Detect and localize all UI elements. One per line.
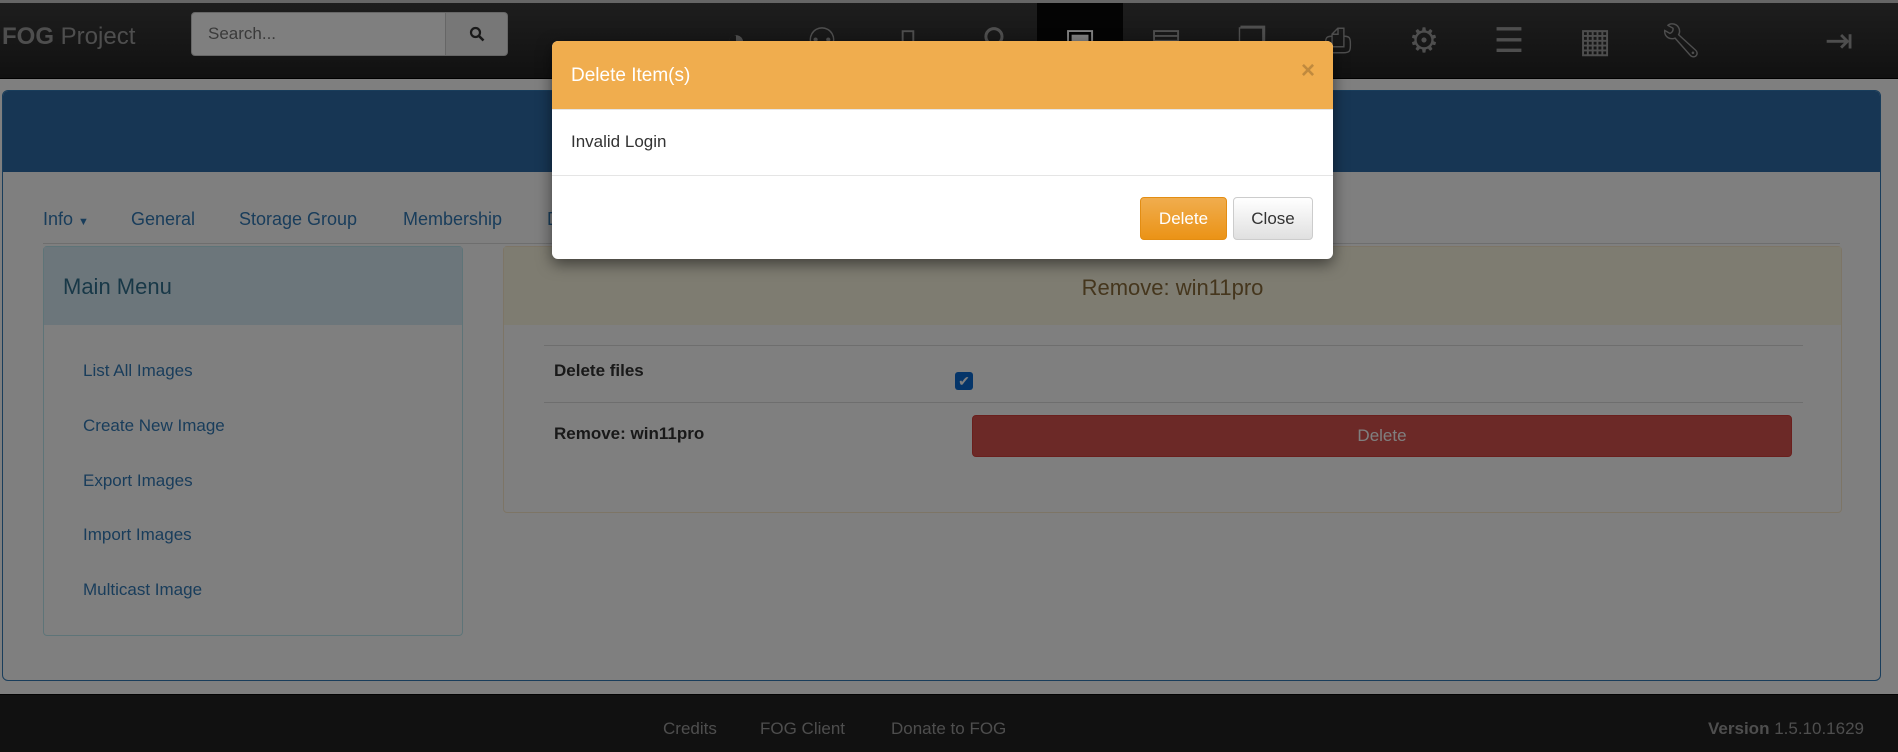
modal-title: Delete Item(s) [571, 65, 691, 86]
modal-header: Delete Item(s) × [552, 41, 1333, 110]
close-icon[interactable]: × [1301, 57, 1315, 85]
modal-delete-button[interactable]: Delete [1140, 197, 1227, 240]
modal-message: Invalid Login [552, 110, 1333, 176]
modal-footer: Delete Close [552, 176, 1333, 258]
modal-close-button[interactable]: Close [1233, 197, 1313, 240]
delete-items-modal: Delete Item(s) × Invalid Login Delete Cl… [552, 41, 1333, 259]
